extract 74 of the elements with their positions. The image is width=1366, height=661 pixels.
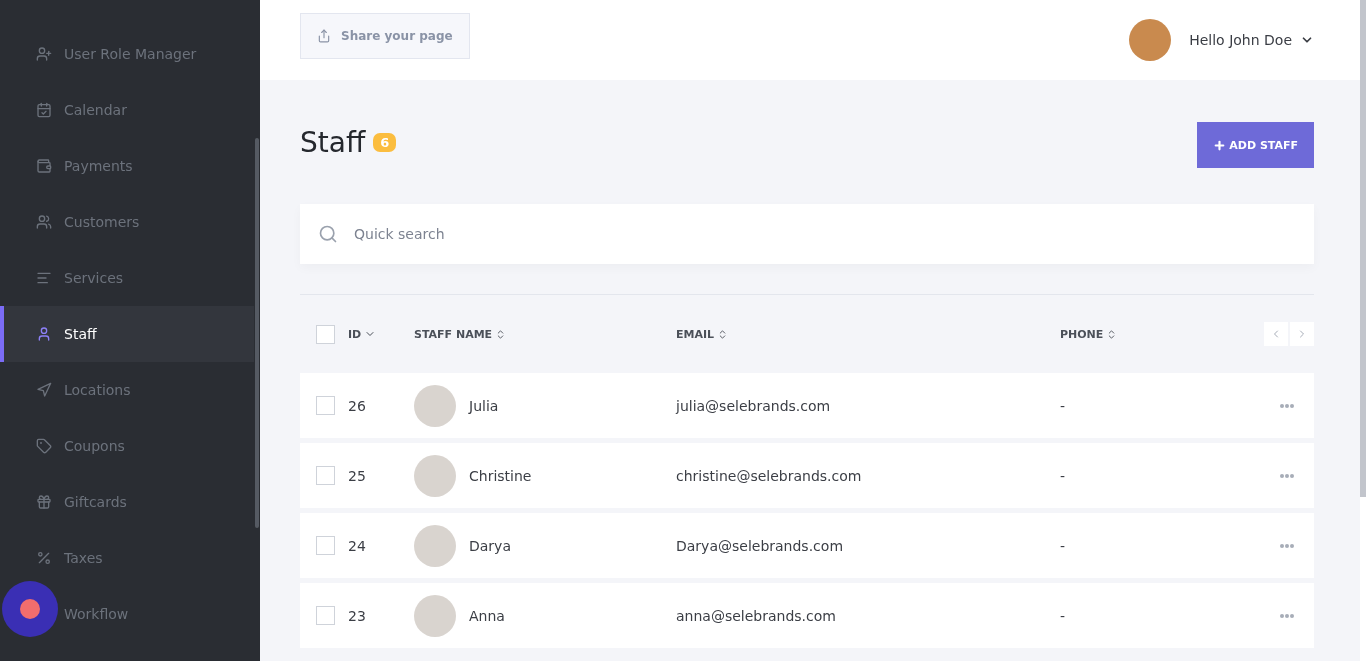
- more-icon: [1280, 473, 1294, 478]
- count-badge: 6: [373, 132, 397, 152]
- sidebar-item[interactable]: Calendar: [0, 82, 254, 138]
- staff-name: Darya: [469, 537, 511, 554]
- column-header[interactable]: ID: [348, 327, 414, 341]
- wallet-icon: [36, 158, 52, 174]
- row-checkbox[interactable]: [316, 606, 335, 625]
- table-cell-text: -: [1060, 467, 1067, 484]
- sidebar-item[interactable]: Services: [0, 250, 254, 306]
- table-cell-text: 26: [348, 397, 367, 414]
- table-cell-text: -: [1060, 537, 1067, 554]
- page-title: Staff: [300, 125, 366, 159]
- user-icon: [36, 326, 52, 342]
- table-cell-text: 25: [348, 467, 367, 484]
- staff-name: Christine: [469, 467, 532, 484]
- column-header[interactable]: PHONE: [1060, 327, 1254, 341]
- sidebar-item[interactable]: Customers: [0, 194, 254, 250]
- table-cell-text: -: [1060, 397, 1067, 414]
- navigation-icon: [36, 382, 52, 398]
- staff-name: Julia: [469, 397, 499, 414]
- more-icon: [1280, 543, 1294, 548]
- gift-icon: [36, 494, 52, 510]
- row-checkbox[interactable]: [316, 536, 335, 555]
- record-button[interactable]: [2, 581, 58, 637]
- column-header[interactable]: STAFF NAME: [414, 327, 676, 341]
- sidebar-item[interactable]: Taxes: [0, 530, 254, 586]
- tag-icon: [36, 438, 52, 454]
- users-icon: [36, 214, 52, 230]
- previous-button[interactable]: [1264, 322, 1288, 346]
- sidebar-item[interactable]: Payments: [0, 138, 254, 194]
- sidebar-item[interactable]: Coupons: [0, 418, 254, 474]
- sidebar-item[interactable]: Locations: [0, 362, 254, 418]
- table-cell-text: christine@selebrands.com: [676, 467, 863, 484]
- share-button[interactable]: Share your page: [300, 13, 470, 59]
- avatar: [1129, 19, 1172, 61]
- avatar: [414, 594, 456, 637]
- more-icon: [1280, 613, 1294, 618]
- select-all-checkbox[interactable]: [316, 324, 335, 344]
- table-cell-text: 24: [348, 537, 367, 554]
- table-cell-text: julia@selebrands.com: [676, 397, 832, 414]
- staff-name: Anna: [469, 607, 505, 624]
- calendar-icon: [36, 102, 52, 118]
- table-cell-text: anna@selebrands.com: [676, 607, 837, 624]
- avatar: [414, 384, 456, 427]
- sidebar-item[interactable]: Giftcards: [0, 474, 254, 530]
- next-button[interactable]: [1290, 322, 1314, 346]
- avatar: [414, 454, 456, 497]
- table-cell-text: 23: [348, 607, 367, 624]
- more-icon: [1280, 403, 1294, 408]
- scrollbar-thumb[interactable]: [1360, 0, 1366, 497]
- table-row[interactable]: 23 Anna anna@selebrands.com -: [300, 583, 1314, 648]
- sidebar-item[interactable]: User Role Manager: [0, 26, 254, 82]
- search-icon: [318, 224, 338, 244]
- sidebar-item[interactable]: Workflow: [0, 586, 254, 642]
- avatar: [414, 524, 456, 567]
- plus-icon: [1213, 138, 1227, 152]
- user-menu[interactable]: Hello John Doe: [1183, 31, 1320, 49]
- table-row[interactable]: 25 Christine christine@selebrands.com -: [300, 443, 1314, 508]
- percent-icon: [36, 550, 52, 566]
- dot-icon: [20, 599, 40, 619]
- share-icon: [317, 29, 331, 43]
- column-header[interactable]: EMAIL: [676, 327, 1060, 341]
- list-icon: [36, 270, 52, 286]
- table-cell-text: -: [1060, 607, 1067, 624]
- row-checkbox[interactable]: [316, 466, 335, 485]
- table-row[interactable]: 26 Julia julia@selebrands.com -: [300, 373, 1314, 438]
- add-staff-button[interactable]: ADD STAFF: [1197, 122, 1314, 168]
- table-cell-text: Darya@selebrands.com: [676, 537, 844, 554]
- scrollbar-thumb[interactable]: [255, 138, 259, 528]
- row-checkbox[interactable]: [316, 396, 335, 415]
- sidebar-item[interactable]: Staff: [0, 306, 254, 362]
- user-plus-icon: [36, 46, 52, 62]
- table-row[interactable]: 24 Darya Darya@selebrands.com -: [300, 513, 1314, 578]
- search-field[interactable]: Quick search: [300, 204, 1314, 264]
